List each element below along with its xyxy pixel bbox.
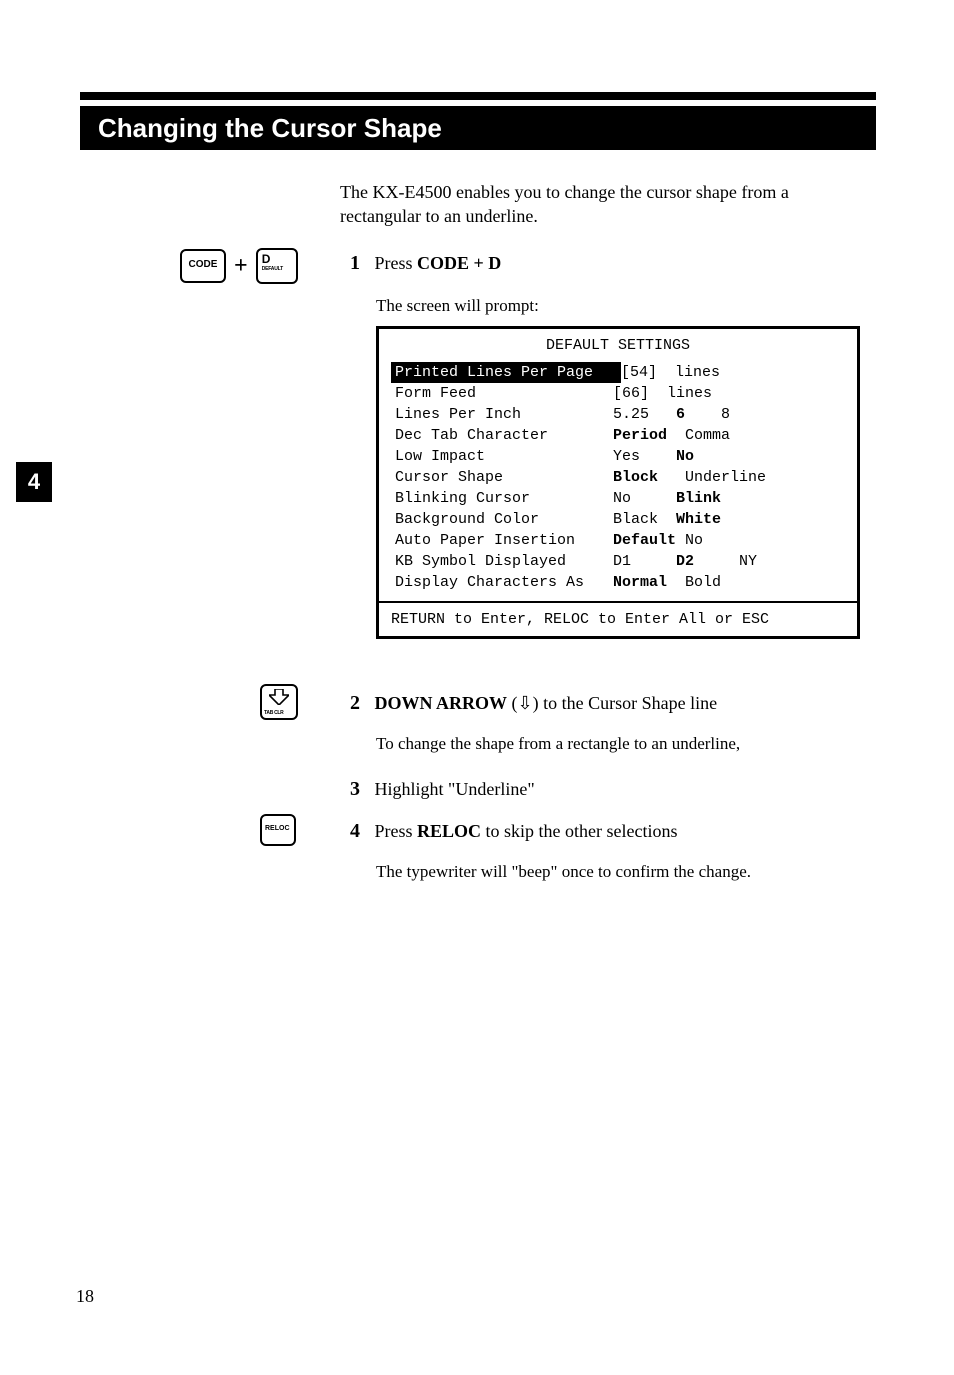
reloc-key-icon: RELOC xyxy=(260,814,296,846)
settings-option: Underline xyxy=(658,469,766,486)
settings-row-options: [66] lines xyxy=(613,383,841,404)
settings-row-options: No Blink xyxy=(613,488,841,509)
settings-option: No xyxy=(613,490,676,507)
step-text-rest: to skip the other selections xyxy=(481,821,677,841)
settings-row-label: Background Color xyxy=(395,509,613,530)
settings-row: KB Symbol DisplayedD1 D2 NY xyxy=(395,551,841,572)
step-2: 2 DOWN ARROW (⇩) to the Cursor Shape lin… xyxy=(350,692,717,715)
settings-row-label: Printed Lines Per Page xyxy=(391,362,621,383)
d-key-icon: D DEFAULT xyxy=(256,248,298,284)
settings-row: Form Feed[66] lines xyxy=(395,383,841,404)
settings-option: D1 xyxy=(613,553,676,570)
settings-row: Background ColorBlack White xyxy=(395,509,841,530)
step-number: 3 xyxy=(350,778,360,800)
settings-option: Block xyxy=(613,469,658,486)
settings-row-label: Low Impact xyxy=(395,446,613,467)
settings-row-options: D1 D2 NY xyxy=(613,551,841,572)
settings-option: [54] lines xyxy=(621,364,720,381)
settings-title: DEFAULT SETTINGS xyxy=(379,337,857,362)
arrow-key-sublabel: TAB CLR xyxy=(264,710,283,716)
step-2-sub: To change the shape from a rectangle to … xyxy=(376,734,740,754)
settings-row-label: Blinking Cursor xyxy=(395,488,613,509)
step-text-rest: (⇩) to the Cursor Shape line xyxy=(507,693,717,713)
step-1-prompt: The screen will prompt: xyxy=(376,296,539,316)
settings-option: No xyxy=(676,532,703,549)
intro-paragraph: The KX-E4500 enables you to change the c… xyxy=(340,180,874,229)
keycombo-code-d: CODE + D DEFAULT xyxy=(180,248,298,284)
settings-row-options: Yes No xyxy=(613,446,841,467)
settings-row: Blinking CursorNo Blink xyxy=(395,488,841,509)
step-3: 3 Highlight "Underline" xyxy=(350,778,535,801)
settings-option: White xyxy=(676,511,721,528)
step-text-bold: DOWN ARROW xyxy=(375,693,508,713)
settings-option: D2 xyxy=(676,553,694,570)
step-4-sub: The typewriter will "beep" once to confi… xyxy=(376,862,751,882)
settings-row: Cursor ShapeBlock Underline xyxy=(395,467,841,488)
settings-option: Comma xyxy=(667,427,730,444)
settings-option: Blink xyxy=(676,490,721,507)
settings-row: Display Characters AsNormal Bold xyxy=(395,572,841,593)
settings-option: 8 xyxy=(685,406,730,423)
settings-row-label: KB Symbol Displayed xyxy=(395,551,613,572)
step-4: 4 Press RELOC to skip the other selectio… xyxy=(350,820,678,843)
settings-row-label: Form Feed xyxy=(395,383,613,404)
settings-option: 6 xyxy=(676,406,685,423)
step-text-prefix: Press xyxy=(375,821,418,841)
horizontal-rule xyxy=(80,92,876,100)
page-number: 18 xyxy=(76,1286,94,1307)
settings-row: Low ImpactYes No xyxy=(395,446,841,467)
reloc-key: RELOC xyxy=(260,814,296,846)
step-number: 1 xyxy=(350,252,360,274)
settings-option: 5.25 xyxy=(613,406,676,423)
d-key-label: D xyxy=(262,252,271,266)
settings-option: Normal xyxy=(613,574,667,591)
step-text-bold: RELOC xyxy=(417,821,481,841)
settings-row-label: Dec Tab Character xyxy=(395,425,613,446)
settings-row-label: Lines Per Inch xyxy=(395,404,613,425)
settings-row-options: 5.25 6 8 xyxy=(613,404,841,425)
settings-row-label: Cursor Shape xyxy=(395,467,613,488)
step-number: 4 xyxy=(350,820,360,842)
settings-row-options: Default No xyxy=(613,530,841,551)
settings-row-options: [54] lines xyxy=(621,362,841,383)
settings-option: No xyxy=(676,448,694,465)
settings-option: Period xyxy=(613,427,667,444)
settings-option: Bold xyxy=(667,574,721,591)
settings-row-options: Normal Bold xyxy=(613,572,841,593)
step-text: Highlight "Underline" xyxy=(375,779,535,799)
settings-row: Auto Paper InsertionDefault No xyxy=(395,530,841,551)
step-1: 1 Press CODE + D xyxy=(350,252,501,275)
default-settings-box: DEFAULT SETTINGS Printed Lines Per Page[… xyxy=(376,326,860,639)
d-key-sublabel: DEFAULT xyxy=(262,266,296,272)
chapter-tab: 4 xyxy=(16,462,52,502)
down-arrow-key: TAB CLR xyxy=(260,684,298,725)
settings-option: Black xyxy=(613,511,676,528)
settings-list: Printed Lines Per Page[54] linesForm Fee… xyxy=(379,362,857,593)
settings-row-options: Black White xyxy=(613,509,841,530)
settings-option: NY xyxy=(694,553,757,570)
down-arrow-key-icon: TAB CLR xyxy=(260,684,298,720)
step-number: 2 xyxy=(350,692,360,714)
settings-footer: RETURN to Enter, RELOC to Enter All or E… xyxy=(379,601,857,636)
plus-icon: + xyxy=(234,253,248,280)
settings-row: Lines Per Inch5.25 6 8 xyxy=(395,404,841,425)
settings-row-label: Auto Paper Insertion xyxy=(395,530,613,551)
step-text-prefix: Press xyxy=(375,253,418,273)
step-text-bold: CODE + D xyxy=(417,253,501,273)
code-key-icon: CODE xyxy=(180,249,226,283)
settings-row-options: Block Underline xyxy=(613,467,841,488)
section-title: Changing the Cursor Shape xyxy=(80,106,876,150)
settings-option: [66] lines xyxy=(613,385,712,402)
settings-row: Printed Lines Per Page[54] lines xyxy=(395,362,841,383)
settings-option: Default xyxy=(613,532,676,549)
settings-row: Dec Tab CharacterPeriod Comma xyxy=(395,425,841,446)
settings-option: Yes xyxy=(613,448,676,465)
settings-row-options: Period Comma xyxy=(613,425,841,446)
settings-row-label: Display Characters As xyxy=(395,572,613,593)
